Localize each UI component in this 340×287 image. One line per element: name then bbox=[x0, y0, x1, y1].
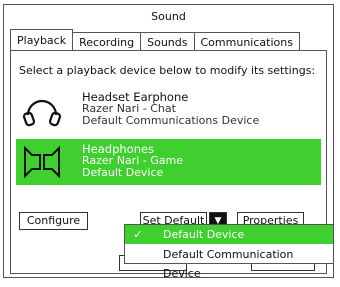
device-item-headphones[interactable]: Headphones Razer Nari - Game Default Dev… bbox=[16, 139, 321, 185]
menu-item-default-communication-device[interactable]: Default Communication Device bbox=[125, 245, 333, 280]
menu-item-label: Default Device bbox=[163, 228, 245, 241]
headset-icon bbox=[22, 99, 62, 127]
tab-bar: Playback Recording Sounds Communications bbox=[10, 29, 300, 51]
configure-button[interactable]: Configure bbox=[19, 212, 88, 230]
device-status: Default Communications Device bbox=[82, 114, 260, 127]
tab-recording[interactable]: Recording bbox=[73, 32, 142, 51]
device-item-headset-earphone[interactable]: Headset Earphone Razer Nari - Chat Defau… bbox=[16, 87, 321, 129]
check-icon: ✓ bbox=[133, 228, 143, 241]
menu-item-default-device[interactable]: ✓ Default Device bbox=[125, 225, 333, 244]
device-text: Headphones Razer Nari - Game Default Dev… bbox=[82, 143, 183, 179]
speaker-icon bbox=[24, 145, 60, 179]
tab-communications[interactable]: Communications bbox=[194, 32, 300, 51]
tab-sounds[interactable]: Sounds bbox=[141, 32, 195, 51]
tab-playback[interactable]: Playback bbox=[10, 29, 74, 51]
device-status: Default Device bbox=[82, 166, 164, 179]
device-text: Headset Earphone Razer Nari - Chat Defau… bbox=[82, 91, 259, 127]
menu-item-label: Default Communication Device bbox=[163, 248, 294, 280]
window-title: Sound bbox=[151, 10, 186, 23]
set-default-menu: ✓ Default Device Default Communication D… bbox=[124, 224, 334, 280]
instruction-text: Select a playback device below to modify… bbox=[19, 64, 316, 77]
